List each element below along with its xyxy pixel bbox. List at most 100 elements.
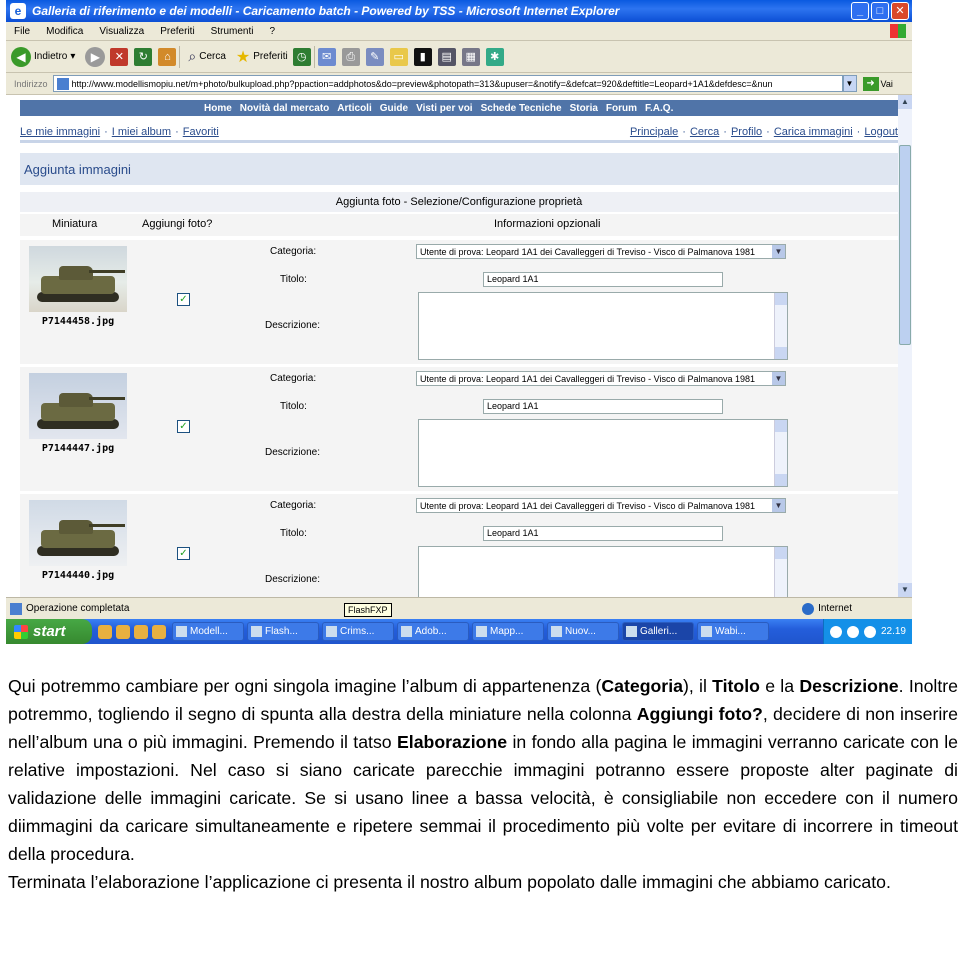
taskbar-button[interactable]: Adob...	[397, 622, 469, 641]
tank-thumbnail-image[interactable]	[29, 500, 127, 566]
browser-screenshot: e Galleria di riferimento e dei modelli …	[6, 0, 912, 644]
table-title: Aggiunta foto - Selezione/Configurazione…	[20, 192, 898, 212]
description-textarea[interactable]	[418, 292, 788, 360]
address-dropdown-icon[interactable]: ▼	[842, 75, 857, 92]
search-button[interactable]: ⌕ Cerca	[183, 44, 231, 70]
nav-forum[interactable]: Forum	[606, 103, 637, 114]
link-favorites[interactable]: Favoriti	[183, 126, 219, 138]
back-dropdown-icon[interactable]: ▾	[70, 51, 75, 62]
description-textarea[interactable]	[418, 546, 788, 597]
taskbar-button[interactable]: Modell...	[172, 622, 244, 641]
menu-view[interactable]: Visualizza	[91, 26, 152, 37]
menu-bar: File Modifica Visualizza Preferiti Strum…	[6, 22, 912, 41]
taskbar-button[interactable]: Galleri...	[622, 622, 694, 641]
nav-articles[interactable]: Articoli	[337, 103, 371, 114]
title-input[interactable]: Leopard 1A1	[483, 272, 723, 287]
textarea-scrollbar[interactable]	[774, 420, 787, 486]
add-photo-checkbox[interactable]: ✓	[177, 547, 190, 560]
nav-news[interactable]: Novità dal mercato	[240, 103, 329, 114]
category-select[interactable]: Utente di prova: Leopard 1A1 dei Cavalle…	[416, 244, 786, 259]
page-content: Home Novità dal mercato Articoli Guide V…	[6, 95, 912, 597]
start-button[interactable]: start	[6, 619, 92, 644]
minimize-button[interactable]: _	[851, 2, 869, 20]
tank-thumbnail-image[interactable]	[29, 246, 127, 312]
close-button[interactable]: ✕	[891, 2, 909, 20]
scroll-thumb[interactable]	[899, 145, 911, 345]
textarea-scrollbar[interactable]	[774, 293, 787, 359]
task-label: Mapp...	[490, 626, 524, 637]
chevron-down-icon[interactable]: ▼	[772, 245, 785, 258]
link-upload[interactable]: Carica immagini	[774, 126, 853, 138]
app-icon	[176, 626, 187, 637]
mail-icon[interactable]: ✉	[317, 47, 336, 66]
back-button[interactable]: ◀ Indietro ▾	[6, 44, 80, 70]
messenger-icon[interactable]: ✱	[485, 47, 504, 66]
nav-home[interactable]: Home	[204, 103, 232, 114]
task-label: Wabi...	[715, 626, 746, 637]
taskbar-button[interactable]: Flash...	[247, 622, 319, 641]
clock: 22.19	[880, 626, 906, 637]
category-select[interactable]: Utente di prova: Leopard 1A1 dei Cavalle…	[416, 371, 786, 386]
taskbar-button[interactable]: Nuov...	[547, 622, 619, 641]
add-photo-checkbox[interactable]: ✓	[177, 420, 190, 433]
forward-button[interactable]: ▶	[80, 44, 110, 70]
go-button[interactable]: ➜ Vai	[862, 76, 893, 91]
taskbar-button[interactable]: Wabi...	[697, 622, 769, 641]
nav-history[interactable]: Storia	[570, 103, 598, 114]
title-bar[interactable]: e Galleria di riferimento e dei modelli …	[6, 0, 912, 22]
description-textarea[interactable]	[418, 419, 788, 487]
tray-icon[interactable]	[829, 625, 842, 638]
history-icon[interactable]: ◷	[292, 47, 311, 66]
nav-guides[interactable]: Guide	[380, 103, 408, 114]
toolbar-app-icon-2[interactable]: ▤	[437, 47, 456, 66]
nav-seen[interactable]: Visti per voi	[416, 103, 473, 114]
taskbar-button[interactable]: Crims...	[322, 622, 394, 641]
menu-file[interactable]: File	[6, 26, 38, 37]
quick-launch-icon[interactable]	[98, 624, 112, 639]
chevron-down-icon[interactable]: ▼	[772, 372, 785, 385]
add-photo-checkbox[interactable]: ✓	[177, 293, 190, 306]
menu-help[interactable]: ?	[261, 26, 283, 37]
nav-tech-sheets[interactable]: Schede Tecniche	[481, 103, 562, 114]
scroll-down-icon[interactable]: ▼	[898, 583, 912, 597]
address-url[interactable]: http://www.modellismopiu.net/m+photo/bul…	[72, 79, 773, 89]
thumbnail-filename: P7144440.jpg	[41, 570, 115, 581]
stop-icon[interactable]: ✕	[110, 47, 129, 66]
edit-icon[interactable]: ✎	[365, 47, 384, 66]
link-search[interactable]: Cerca	[690, 126, 719, 138]
quick-launch-icon[interactable]	[152, 624, 166, 639]
menu-edit[interactable]: Modifica	[38, 26, 91, 37]
address-input[interactable]: http://www.modellismopiu.net/m+photo/bul…	[52, 75, 843, 92]
toolbar-app-icon[interactable]: ▮	[413, 47, 432, 66]
taskbar-button[interactable]: Mapp...	[472, 622, 544, 641]
home-icon[interactable]: ⌂	[158, 47, 177, 66]
favorites-button[interactable]: ★ Preferiti	[231, 44, 293, 70]
link-my-images[interactable]: Le mie immagini	[20, 126, 100, 138]
bold-elaborazione: Elaborazione	[397, 732, 508, 752]
refresh-icon[interactable]: ↻	[134, 47, 153, 66]
tray-icon[interactable]	[863, 625, 876, 638]
scroll-up-icon[interactable]: ▲	[898, 95, 912, 109]
menu-favorites[interactable]: Preferiti	[152, 26, 202, 37]
textarea-scrollbar[interactable]	[774, 547, 787, 597]
link-main[interactable]: Principale	[630, 126, 678, 138]
category-select[interactable]: Utente di prova: Leopard 1A1 dei Cavalle…	[416, 498, 786, 513]
nav-faq[interactable]: F.A.Q.	[645, 103, 673, 114]
title-input[interactable]: Leopard 1A1	[483, 399, 723, 414]
page-scrollbar[interactable]: ▲ ▼	[898, 95, 912, 597]
tank-thumbnail-image[interactable]	[29, 373, 127, 439]
link-profile[interactable]: Profilo	[731, 126, 762, 138]
folder-icon[interactable]: ▭	[389, 47, 408, 66]
link-my-albums[interactable]: I miei album	[112, 126, 171, 138]
print-icon[interactable]: ⎙	[341, 47, 360, 66]
link-logout[interactable]: Logout	[864, 126, 898, 138]
quick-launch-icon[interactable]	[134, 624, 148, 639]
maximize-button[interactable]: □	[871, 2, 889, 20]
task-label: Adob...	[415, 626, 447, 637]
title-input[interactable]: Leopard 1A1	[483, 526, 723, 541]
menu-tools[interactable]: Strumenti	[203, 26, 262, 37]
chevron-down-icon[interactable]: ▼	[772, 499, 785, 512]
quick-launch-icon[interactable]	[116, 624, 130, 639]
toolbar-app-icon-3[interactable]: ▦	[461, 47, 480, 66]
tray-icon[interactable]	[846, 625, 859, 638]
